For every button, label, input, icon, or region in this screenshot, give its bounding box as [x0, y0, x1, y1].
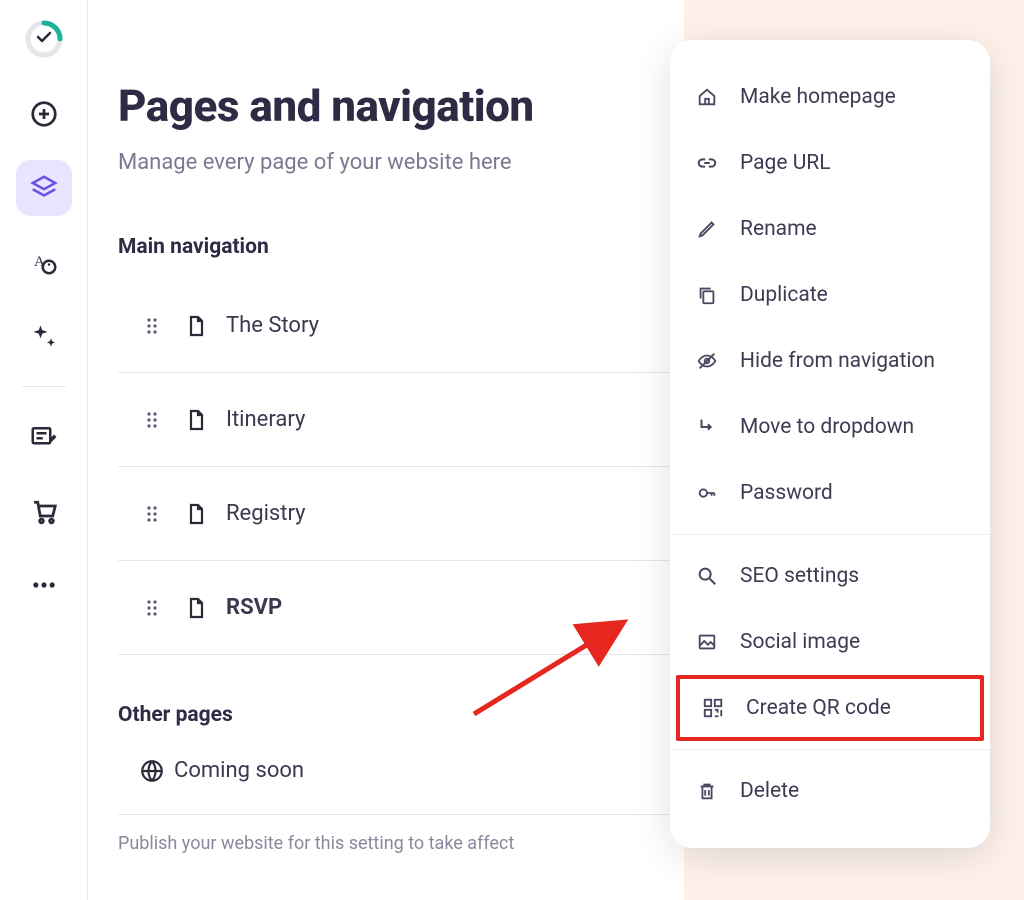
- drag-handle-icon[interactable]: [138, 410, 166, 430]
- menu-label: Move to dropdown: [740, 415, 914, 439]
- menu-social-image[interactable]: Social image: [670, 609, 990, 675]
- copy-icon: [694, 284, 720, 306]
- app-logo: [23, 18, 65, 60]
- menu-label: Make homepage: [740, 85, 896, 109]
- menu-move-dropdown[interactable]: Move to dropdown: [670, 394, 990, 460]
- design-button[interactable]: A: [16, 234, 72, 290]
- menu-seo[interactable]: SEO settings: [670, 543, 990, 609]
- rail-divider: [22, 386, 66, 387]
- drag-handle-icon[interactable]: [138, 316, 166, 336]
- page-icon: [166, 502, 226, 526]
- drag-handle-icon[interactable]: [138, 598, 166, 618]
- menu-make-homepage[interactable]: Make homepage: [670, 64, 990, 130]
- search-icon: [694, 565, 720, 587]
- side-rail: A: [0, 0, 88, 900]
- more-button[interactable]: [16, 557, 72, 613]
- menu-delete[interactable]: Delete: [670, 758, 990, 824]
- menu-label: Password: [740, 481, 833, 505]
- menu-password[interactable]: Password: [670, 460, 990, 526]
- menu-label: Social image: [740, 630, 860, 654]
- globe-icon: [130, 758, 174, 784]
- menu-label: Delete: [740, 779, 799, 803]
- qr-icon: [700, 697, 726, 719]
- menu-duplicate[interactable]: Duplicate: [670, 262, 990, 328]
- link-icon: [694, 152, 720, 174]
- menu-label: Hide from navigation: [740, 349, 935, 373]
- menu-create-qr[interactable]: Create QR code: [676, 675, 984, 741]
- edit-button[interactable]: [16, 409, 72, 465]
- menu-label: Duplicate: [740, 283, 828, 307]
- menu-rename[interactable]: Rename: [670, 196, 990, 262]
- page-icon: [166, 408, 226, 432]
- key-icon: [694, 482, 720, 504]
- eye-off-icon: [694, 350, 720, 372]
- menu-label: SEO settings: [740, 564, 859, 588]
- menu-page-url[interactable]: Page URL: [670, 130, 990, 196]
- indent-icon: [694, 416, 720, 438]
- pages-button[interactable]: [16, 160, 72, 216]
- menu-label: Create QR code: [746, 696, 891, 720]
- image-icon: [694, 631, 720, 653]
- home-icon: [694, 86, 720, 108]
- menu-separator: [670, 749, 990, 750]
- trash-icon: [694, 780, 720, 802]
- menu-separator: [670, 534, 990, 535]
- menu-label: Page URL: [740, 151, 831, 175]
- ai-button[interactable]: [16, 308, 72, 364]
- page-context-menu: Make homepage Page URL Rename Duplicate …: [670, 40, 990, 848]
- page-icon: [166, 596, 226, 620]
- menu-label: Rename: [740, 217, 817, 241]
- add-button[interactable]: [16, 86, 72, 142]
- cart-button[interactable]: [16, 483, 72, 539]
- menu-hide[interactable]: Hide from navigation: [670, 328, 990, 394]
- pencil-icon: [694, 218, 720, 240]
- drag-handle-icon[interactable]: [138, 504, 166, 524]
- page-icon: [166, 314, 226, 338]
